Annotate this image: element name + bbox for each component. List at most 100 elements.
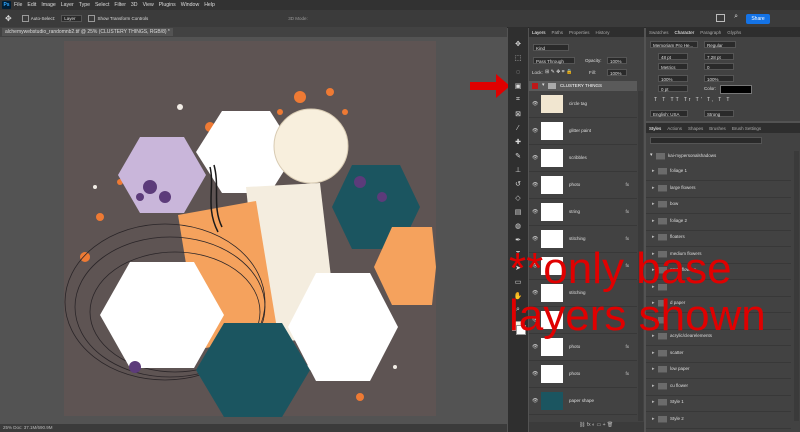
menu-help[interactable]: Help [204,2,215,8]
style-folder-row[interactable]: ▸ large flowers [646,180,791,198]
photoshop-logo-icon[interactable]: Ps [2,1,11,9]
menu-image[interactable]: Image [41,2,55,8]
eye-icon[interactable]: 👁 [532,344,538,350]
menu-3d[interactable]: 3D [131,2,138,8]
share-button[interactable]: Share [746,14,770,24]
style-folder-row[interactable]: ▸ scatter [646,345,791,363]
style-folder-row[interactable]: ▸ foliage 2 [646,213,791,231]
baseline-shift-input[interactable]: 0 pt [658,85,688,92]
opacity-input[interactable]: 100% [607,57,627,64]
layer-row[interactable]: 👁 photo fx [529,172,637,199]
style-folder-row[interactable]: ▸ foliage 1 [646,163,791,181]
layer-kind-filter[interactable]: Kind [533,44,569,51]
styles-scrollbar[interactable] [794,151,799,421]
chevron-right-icon[interactable]: ▸ [652,201,655,207]
font-size-input[interactable]: 48 pt [658,53,688,60]
layer-row[interactable]: 👁 glitter paint [529,118,637,145]
chevron-right-icon[interactable]: ▸ [652,185,655,191]
chevron-right-icon[interactable]: ▸ [652,350,655,356]
stamp-tool-icon[interactable]: ⊥ [513,165,523,175]
chevron-right-icon[interactable]: ▸ [652,416,655,422]
eye-icon[interactable]: 👁 [532,128,538,134]
eyedropper-tool-icon[interactable]: ⁄ [513,123,523,133]
group-visibility-swatch[interactable] [532,83,538,89]
eraser-tool-icon[interactable]: ◇ [513,193,523,203]
eye-icon[interactable]: 👁 [532,101,538,107]
layer-select-dropdown[interactable]: Layer [61,15,83,22]
font-style-dropdown[interactable]: Regular [704,41,736,48]
tab-history[interactable]: History [593,30,613,35]
eye-icon[interactable]: 👁 [532,209,538,215]
eye-icon[interactable]: 👁 [532,236,538,242]
workspace-icon[interactable] [716,14,725,22]
menu-file[interactable]: File [14,2,22,8]
blend-mode-dropdown[interactable]: Pass Through [533,57,575,64]
eye-icon[interactable]: 👁 [532,371,538,377]
kerning-input[interactable]: Metrics [658,63,688,70]
menu-window[interactable]: Window [181,2,199,8]
tab-paragraph[interactable]: Paragraph [697,30,724,35]
frame-tool-icon[interactable]: ⊠ [513,109,523,119]
eye-icon[interactable]: 👁 [532,398,538,404]
link-icon[interactable]: ⛓ [579,422,585,428]
tab-swatches[interactable]: Swatches [646,30,672,35]
gradient-tool-icon[interactable]: ▤ [513,207,523,217]
tab-layers[interactable]: Layers [529,30,549,35]
style-folder-row[interactable]: ▸ Style 1 [646,394,791,412]
chevron-right-icon[interactable]: ▸ [652,234,655,240]
fill-input[interactable]: 100% [607,69,627,76]
horizontal-scale-input[interactable]: 100% [704,75,734,82]
layer-row[interactable]: 👁 photo fx [529,361,637,388]
fx-icon[interactable]: fx [625,209,629,214]
chevron-right-icon[interactable]: ▸ [652,168,655,174]
auto-select-checkbox[interactable] [21,15,29,22]
menu-edit[interactable]: Edit [27,2,36,8]
layer-row[interactable]: 👁 paper shape [529,388,637,415]
tab-shapes[interactable]: Shapes [685,126,706,131]
styles-root-folder[interactable]: ▾ kai-mypersonalshadows [646,151,791,161]
marquee-tool-icon[interactable]: ⬚ [513,53,523,63]
canvas-area[interactable] [0,37,507,424]
language-dropdown[interactable]: English: USA [650,110,688,117]
chevron-right-icon[interactable]: ▸ [652,218,655,224]
styles-search-input[interactable] [650,137,762,144]
fx-icon[interactable]: fx [625,344,629,349]
document-tab[interactable]: alchemywebstudio_randomnb2.tif @ 25% (CL… [2,28,173,36]
menu-view[interactable]: View [143,2,154,8]
eye-icon[interactable]: 👁 [532,155,538,161]
chevron-right-icon[interactable]: ▸ [652,399,655,405]
tab-styles[interactable]: Styles [646,126,664,131]
history-brush-icon[interactable]: ↺ [513,179,523,189]
object-select-tool-icon[interactable]: ▣ [513,81,523,91]
leading-input[interactable]: 7.28 pt [704,53,734,60]
show-transform-checkbox[interactable] [88,15,96,22]
tab-actions[interactable]: Actions [664,126,685,131]
blur-tool-icon[interactable]: ◍ [513,221,523,231]
text-color-swatch[interactable] [720,85,752,94]
folder-icon[interactable]: ▭ [596,422,601,428]
style-folder-row[interactable]: ▸ low paper [646,361,791,379]
style-folder-row[interactable]: ▸ bow [646,196,791,214]
tracking-input[interactable]: 0 [704,63,734,70]
fx-icon[interactable]: fx [625,236,629,241]
tab-paths[interactable]: Paths [549,30,567,35]
chevron-right-icon[interactable]: ▸ [652,383,655,389]
fx-icon[interactable]: fx [625,371,629,376]
menu-layer[interactable]: Layer [61,2,74,8]
group-row[interactable]: ▾ CLUSTERY THINGS [529,81,637,91]
tab-glyphs[interactable]: Glyphs [724,30,744,35]
lasso-tool-icon[interactable]: ◌ [513,67,523,77]
healing-brush-icon[interactable]: ✚ [513,137,523,147]
menu-filter[interactable]: Filter [114,2,126,8]
group-expand-chevron-icon[interactable]: ▾ [542,82,545,88]
layer-row[interactable]: 👁 string fx [529,199,637,226]
menu-type[interactable]: Type [79,2,90,8]
tab-properties[interactable]: Properties [566,30,593,35]
move-tool-icon[interactable]: ✥ [513,39,523,49]
menu-plugins[interactable]: Plugins [159,2,176,8]
tab-character[interactable]: Character [672,30,698,35]
vertical-scale-input[interactable]: 100% [658,75,688,82]
move-tool-icon[interactable]: ✥ [5,14,12,23]
chevron-down-icon[interactable]: ▾ [650,152,653,158]
fx-icon[interactable]: fx [625,182,629,187]
